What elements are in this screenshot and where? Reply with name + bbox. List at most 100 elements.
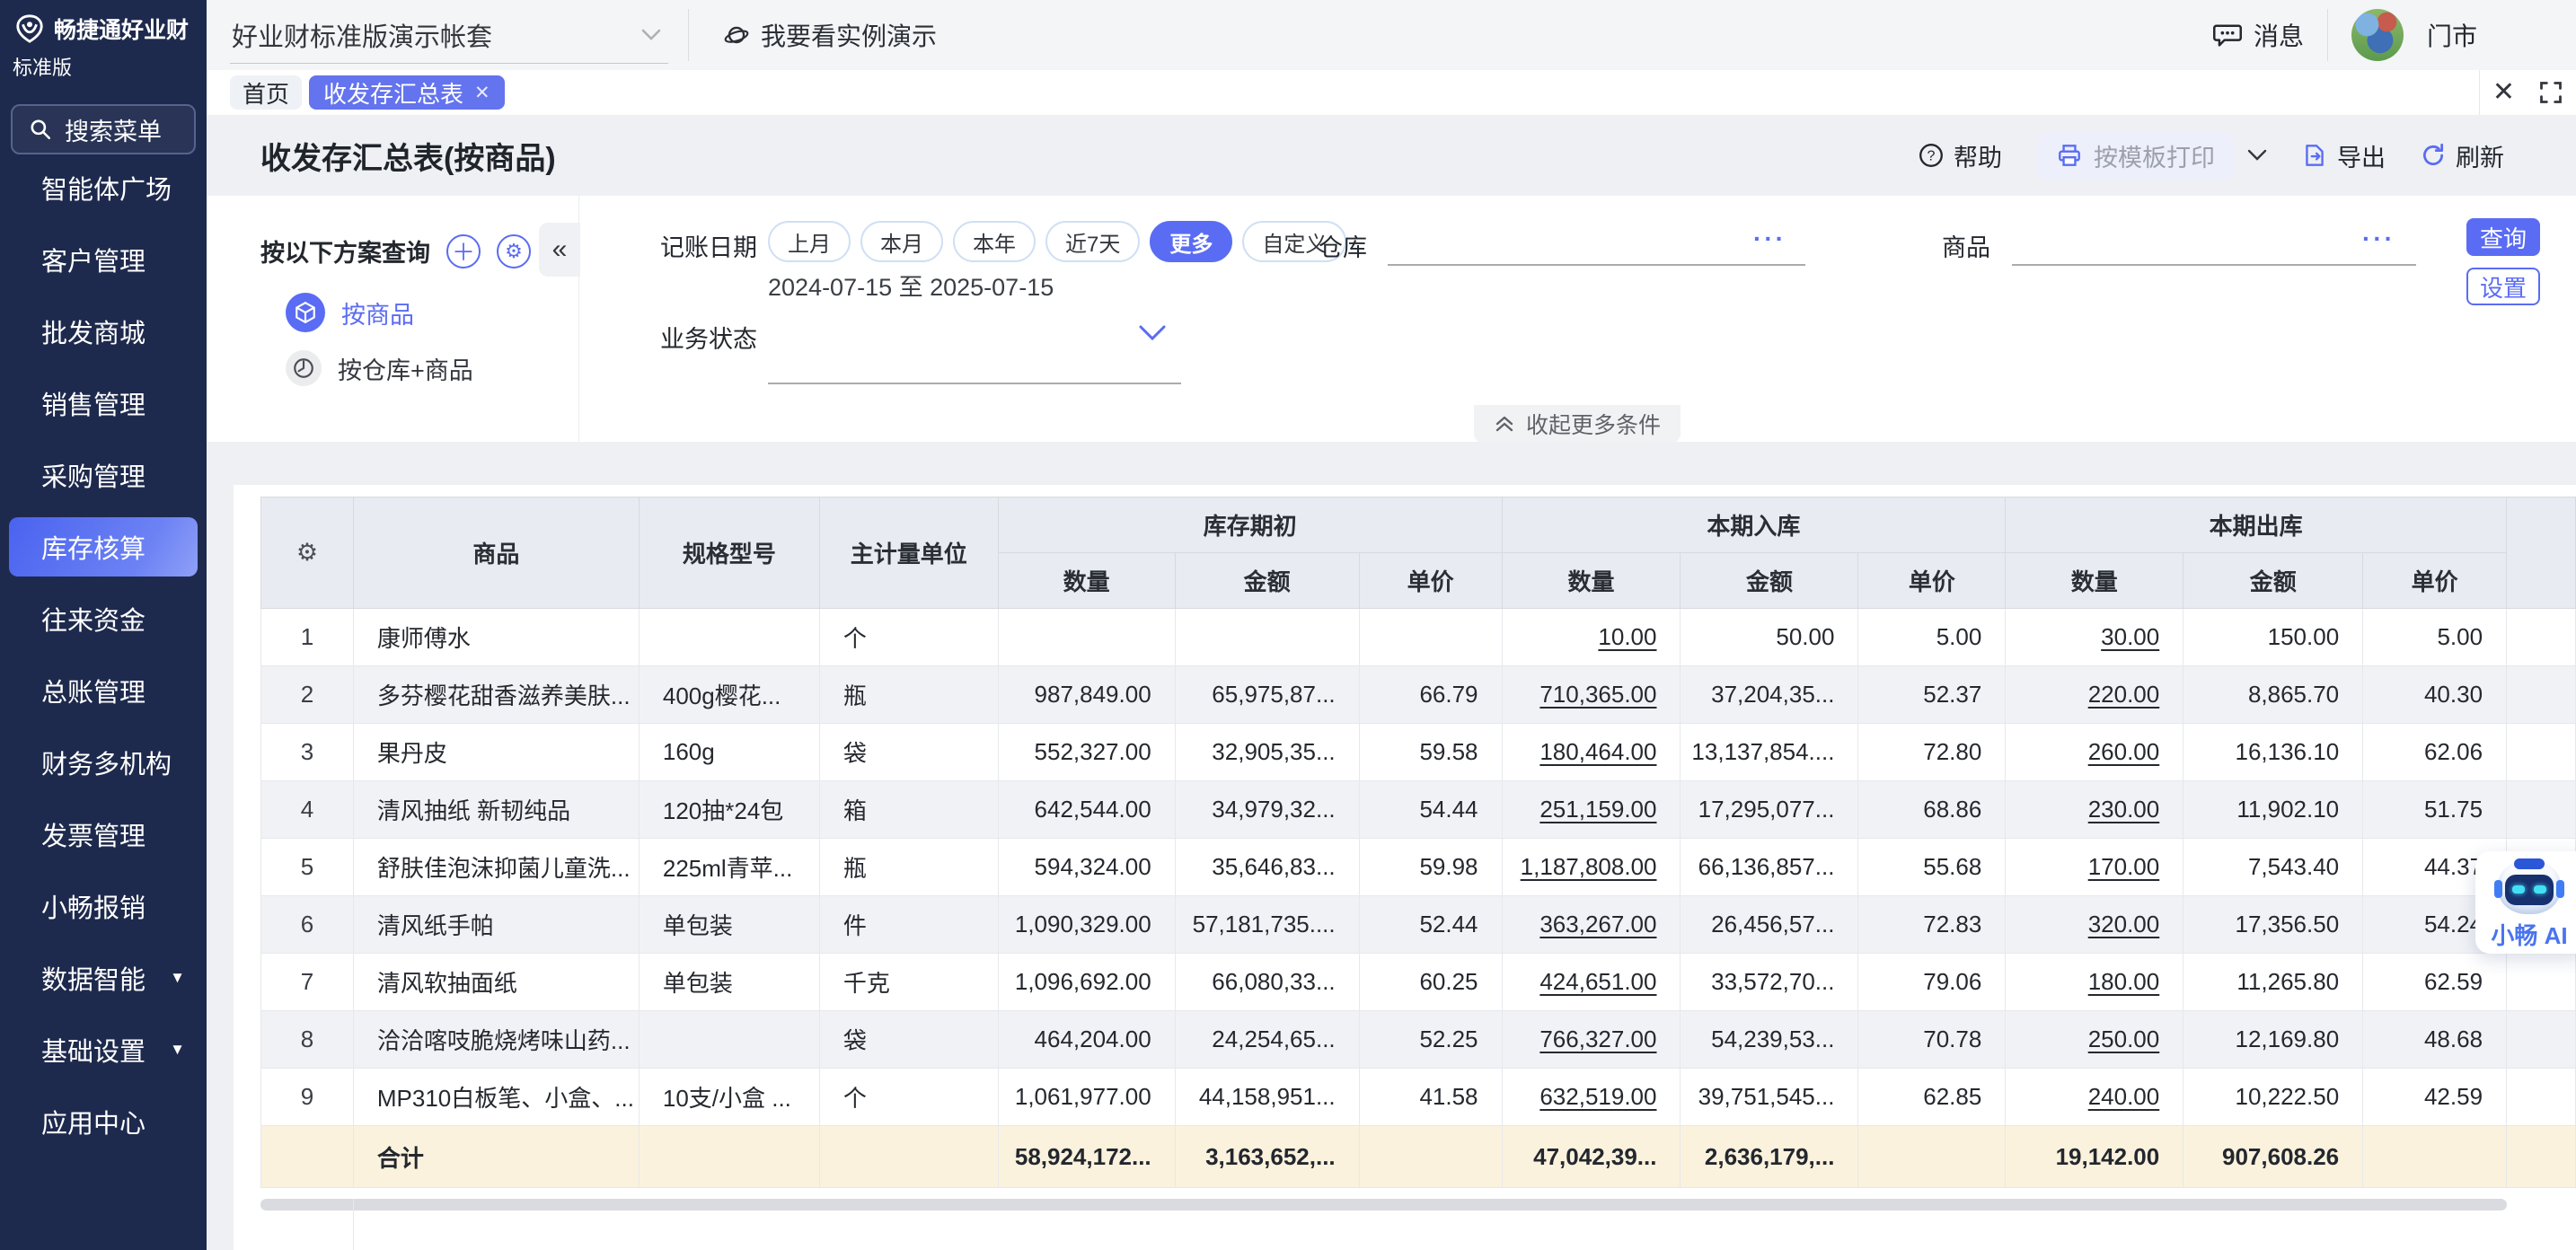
export-icon bbox=[2301, 142, 2328, 169]
account-selector[interactable]: 好业财标准版演示帐套 bbox=[230, 6, 668, 64]
drill-link[interactable]: 220.00 bbox=[2088, 681, 2160, 708]
sub-header-qty: 数量 bbox=[2006, 553, 2183, 609]
product-filter-label: 商品 bbox=[1942, 228, 1990, 263]
status-chevron-down-icon[interactable] bbox=[1137, 323, 1168, 343]
sidebar-item-3[interactable]: 销售管理 bbox=[0, 367, 207, 439]
drill-link[interactable]: 424,651.00 bbox=[1539, 968, 1656, 995]
filter-panel: 按以下方案查询 ＋ ⚙ « 按商品 按仓库+商品 记账日期 上月本月本年近7天更… bbox=[207, 196, 2576, 442]
table-settings-gear-icon[interactable]: ⚙ bbox=[296, 539, 318, 566]
help-button[interactable]: ? 帮助 bbox=[1918, 138, 2002, 173]
cell-out_amt: 10,222.50 bbox=[2183, 1069, 2363, 1126]
sidebar-item-5[interactable]: 库存核算 bbox=[9, 517, 198, 577]
date-preset-4[interactable]: 更多 bbox=[1150, 221, 1232, 262]
avatar[interactable] bbox=[2351, 9, 2404, 61]
cell-product: MP310白板笔、小盒、... bbox=[353, 1069, 639, 1126]
warehouse-select[interactable] bbox=[1388, 219, 1805, 266]
cell-in_amt: 26,456,57... bbox=[1681, 896, 1858, 954]
print-dropdown-icon[interactable] bbox=[2247, 149, 2267, 162]
search-icon bbox=[29, 118, 52, 141]
sidebar-item-2[interactable]: 批发商城 bbox=[0, 295, 207, 367]
drill-link[interactable]: 230.00 bbox=[2088, 796, 2160, 823]
drill-link[interactable]: 260.00 bbox=[2088, 738, 2160, 765]
table-row: 6清风纸手帕单包装件1,090,329.0057,181,735....52.4… bbox=[261, 896, 2576, 954]
cell-open_price: 52.25 bbox=[1359, 1011, 1502, 1069]
double-chevron-up-icon bbox=[1494, 413, 1515, 435]
sub-header-amt: 金额 bbox=[2183, 553, 2363, 609]
date-range-value[interactable]: 2024-07-15 至 2025-07-15 bbox=[768, 268, 1054, 303]
messages-button[interactable]: 消息 bbox=[2212, 17, 2304, 53]
cell-pad bbox=[2507, 1011, 2576, 1069]
refresh-button[interactable]: 刷新 bbox=[2420, 138, 2504, 173]
product-picker-dots[interactable]: ··· bbox=[2362, 224, 2395, 253]
robot-icon bbox=[2494, 858, 2564, 916]
settings-button[interactable]: 设置 bbox=[2466, 268, 2540, 305]
sidebar-item-8[interactable]: 财务多机构 bbox=[0, 726, 207, 798]
drill-link[interactable]: 766,327.00 bbox=[1539, 1026, 1656, 1052]
cell-open_price bbox=[1359, 609, 1502, 666]
drill-link[interactable]: 240.00 bbox=[2088, 1083, 2160, 1110]
warehouse-picker-dots[interactable]: ··· bbox=[1753, 224, 1786, 253]
print-by-template-button[interactable]: 按模板打印 bbox=[2036, 132, 2235, 179]
drill-link[interactable]: 363,267.00 bbox=[1539, 911, 1656, 938]
sidebar-item-6[interactable]: 往来资金 bbox=[0, 583, 207, 655]
tab-close-icon[interactable]: ✕ bbox=[474, 82, 490, 104]
sidebar-item-1[interactable]: 客户管理 bbox=[0, 224, 207, 295]
cell-open_qty: 552,327.00 bbox=[998, 724, 1175, 781]
status-select[interactable] bbox=[768, 312, 1181, 384]
topbar-right: 消息 门市 bbox=[2212, 9, 2576, 61]
date-preset-1[interactable]: 本月 bbox=[860, 221, 943, 262]
tab-home[interactable]: 首页 bbox=[230, 75, 302, 110]
sidebar-item-4[interactable]: 采购管理 bbox=[0, 439, 207, 511]
product-select[interactable] bbox=[2012, 219, 2416, 266]
drill-link[interactable]: 632,519.00 bbox=[1539, 1083, 1656, 1110]
drill-link[interactable]: 1,187,808.00 bbox=[1521, 853, 1657, 880]
sidebar-item-13[interactable]: 应用中心 bbox=[0, 1086, 207, 1158]
total-cell: 47,042,39... bbox=[1502, 1126, 1681, 1188]
scheme-settings-button[interactable]: ⚙ bbox=[497, 234, 531, 268]
tab-active-report[interactable]: 收发存汇总表 ✕ bbox=[309, 75, 505, 110]
scheme-item-by-product[interactable]: 按商品 bbox=[286, 293, 414, 332]
sidebar-item-9[interactable]: 发票管理 bbox=[0, 798, 207, 870]
ai-assistant-widget[interactable]: 小畅 AI bbox=[2475, 851, 2576, 954]
table-row: 3果丹皮160g袋552,327.0032,905,35...59.58180,… bbox=[261, 724, 2576, 781]
drill-link[interactable]: 251,159.00 bbox=[1539, 796, 1656, 823]
drill-link[interactable]: 710,365.00 bbox=[1539, 681, 1656, 708]
drill-link[interactable]: 10.00 bbox=[1598, 623, 1656, 650]
demo-link[interactable]: 我要看实例演示 bbox=[723, 17, 937, 53]
date-preset-0[interactable]: 上月 bbox=[768, 221, 851, 262]
chevron-down-icon: ▼ bbox=[170, 969, 185, 987]
drill-link[interactable]: 180.00 bbox=[2088, 968, 2160, 995]
total-cell: 19,142.00 bbox=[2006, 1126, 2183, 1188]
cell-unit: 个 bbox=[819, 1069, 998, 1126]
cell-spec: 225ml青苹... bbox=[639, 839, 819, 896]
date-preset-3[interactable]: 近7天 bbox=[1045, 221, 1140, 262]
cell-in_amt: 17,295,077... bbox=[1681, 781, 1858, 839]
drill-link[interactable]: 320.00 bbox=[2088, 911, 2160, 938]
add-scheme-button[interactable]: ＋ bbox=[446, 234, 481, 268]
fullscreen-icon[interactable] bbox=[2538, 80, 2563, 105]
collapse-more-conditions[interactable]: 收起更多条件 bbox=[1474, 405, 1681, 443]
sidebar-item-12[interactable]: 基础设置▼ bbox=[0, 1014, 207, 1086]
brand: 畅捷通好业财 bbox=[0, 0, 207, 45]
drill-link[interactable]: 250.00 bbox=[2088, 1026, 2160, 1052]
cell-spec: 120抽*24包 bbox=[639, 781, 819, 839]
collapse-panel-button[interactable]: « bbox=[539, 223, 580, 277]
account-name: 好业财标准版演示帐套 bbox=[232, 16, 492, 54]
cell-pad bbox=[2507, 954, 2576, 1011]
menu-search-input[interactable]: 搜索菜单 bbox=[11, 104, 196, 154]
date-preset-2[interactable]: 本年 bbox=[953, 221, 1036, 262]
drill-link[interactable]: 30.00 bbox=[2101, 623, 2159, 650]
cell-unit: 个 bbox=[819, 609, 998, 666]
close-icon[interactable]: ✕ bbox=[2492, 79, 2515, 106]
query-button[interactable]: 查询 bbox=[2466, 218, 2540, 256]
sidebar-item-11[interactable]: 数据智能▼ bbox=[0, 942, 207, 1014]
drill-link[interactable]: 180,464.00 bbox=[1539, 738, 1656, 765]
drill-link[interactable]: 170.00 bbox=[2088, 853, 2160, 880]
export-button[interactable]: 导出 bbox=[2301, 138, 2386, 173]
sidebar-item-0[interactable]: 智能体广场 bbox=[0, 152, 207, 224]
sidebar-item-7[interactable]: 总账管理 bbox=[0, 655, 207, 726]
horizontal-scrollbar[interactable] bbox=[260, 1199, 2507, 1210]
cell-open_amt: 57,181,735.... bbox=[1175, 896, 1359, 954]
sidebar-item-10[interactable]: 小畅报销 bbox=[0, 870, 207, 942]
scheme-item-by-warehouse-product[interactable]: 按仓库+商品 bbox=[286, 350, 473, 386]
